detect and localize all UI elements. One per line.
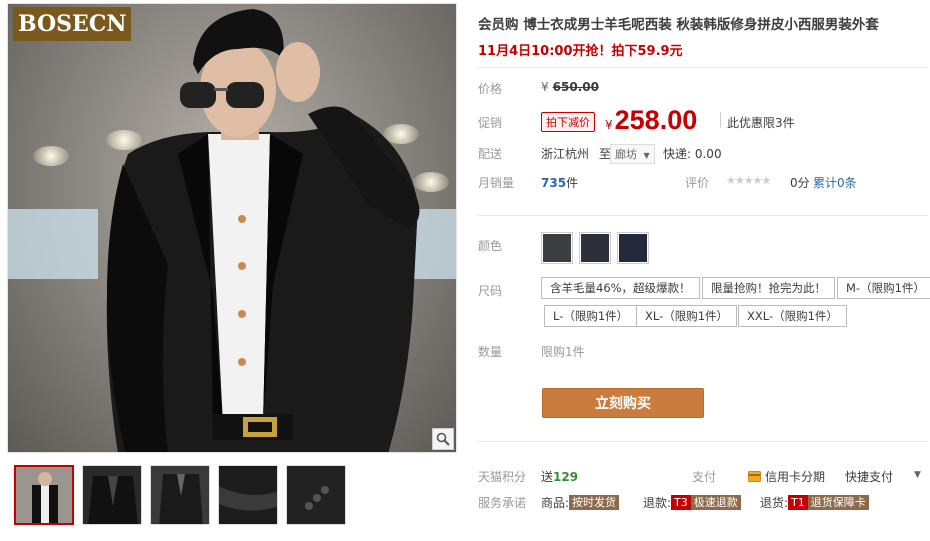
fast-refund-tag[interactable]: 极速退款 — [690, 495, 741, 510]
buy-now-button[interactable]: 立刻购买 — [542, 388, 704, 418]
swatch-fill — [581, 234, 609, 262]
currency-symbol: ¥ — [605, 118, 613, 132]
thumbnail-2[interactable] — [82, 465, 142, 525]
swatch-fill — [619, 234, 647, 262]
promo-label: 促销 — [478, 116, 503, 130]
size-option[interactable]: M-（限购1件） — [837, 277, 930, 299]
size-option[interactable]: 限量抢购！抢完为此！ — [702, 277, 835, 299]
service-return-label: 退货: — [760, 496, 789, 510]
service-goods: 商品: 按时发货 — [541, 494, 620, 511]
currency-symbol: ¥ — [541, 80, 549, 94]
divider — [720, 112, 721, 128]
shipping-label: 配送 — [478, 147, 503, 161]
original-price-value: 650.00 — [552, 80, 599, 94]
size-option[interactable]: 含羊毛量46%，超级爆款！ — [541, 277, 700, 299]
service-label: 服务承诺 — [478, 496, 527, 510]
size-option[interactable]: L-（限购1件） — [544, 305, 638, 327]
monthly-sales: 735件 — [541, 174, 578, 191]
credit-installment-label: 信用卡分期 — [765, 470, 826, 484]
price-label: 价格 — [478, 82, 503, 96]
thumbnail-3[interactable] — [150, 465, 210, 525]
ship-destination-value: 廊坊 — [615, 148, 637, 161]
zoom-button[interactable] — [432, 428, 454, 450]
sales-count-unit: 件 — [566, 176, 579, 190]
service-refund: 退款: T3 极速退款 — [643, 494, 741, 511]
color-label: 颜色 — [478, 239, 503, 253]
tmall-points: 送129 — [541, 468, 578, 485]
color-swatch-2[interactable] — [579, 232, 611, 264]
monthly-sales-label: 月销量 — [478, 176, 515, 190]
tmall-points-label: 天猫积分 — [478, 470, 527, 484]
rating-count-link[interactable]: 累计0条 — [813, 174, 857, 191]
ship-destination-select[interactable]: 廊坊 ▼ — [610, 144, 655, 164]
divider — [478, 67, 928, 68]
thumbnail-5[interactable] — [286, 465, 346, 525]
ship-from: 浙江杭州 至 — [541, 145, 611, 162]
thumbnail-1[interactable] — [14, 465, 74, 525]
service-return: 退货: T1 退货保障卡 — [760, 494, 869, 511]
product-subtitle: 11月4日10:00开抢！拍下59.9元 — [478, 44, 683, 59]
quick-pay[interactable]: 快捷支付 — [845, 468, 893, 485]
service-refund-label: 退款: — [643, 496, 672, 510]
divider — [478, 215, 928, 216]
model-illustration — [106, 9, 420, 452]
promo-badge: 拍下减价 — [541, 112, 595, 132]
original-price: ¥650.00 — [541, 80, 599, 94]
chevron-down-icon: ▼ — [643, 151, 650, 160]
rating-label: 评价 — [685, 176, 710, 190]
product-title: 会员购 博士衣成男士羊毛呢西装 秋装韩版修身拼皮小西服男装外套 — [478, 17, 879, 33]
color-swatches — [541, 232, 649, 264]
on-time-delivery-tag[interactable]: 按时发货 — [569, 495, 620, 510]
chevron-down-icon[interactable]: ▼ — [914, 470, 921, 480]
return-guarantee-tag[interactable]: 退货保障卡 — [807, 495, 869, 510]
refund-code-badge: T3 — [671, 495, 691, 510]
size-label: 尺码 — [478, 284, 503, 298]
service-goods-label: 商品: — [541, 496, 570, 510]
credit-card-icon — [748, 471, 761, 482]
size-option[interactable]: XL-（限购1件） — [636, 305, 738, 327]
quantity-limit: 限购1件 — [541, 345, 585, 359]
promo-limit-note: 此优惠限3件 — [727, 116, 795, 130]
color-swatch-3[interactable] — [617, 232, 649, 264]
promo-price: ¥258.00 — [605, 105, 697, 136]
swatch-fill — [543, 234, 571, 262]
promo-price-value: 258.00 — [614, 105, 698, 135]
rating-score: 0分 — [790, 176, 810, 190]
main-product-image[interactable]: BOSECN — [7, 3, 457, 453]
size-option[interactable]: XXL-（限购1件） — [738, 305, 847, 327]
thumbnail-4[interactable] — [218, 465, 278, 525]
rating-stars-icon: ★★★★★ — [726, 174, 771, 187]
brand-logo: BOSECN — [13, 7, 132, 41]
credit-installment[interactable]: 信用卡分期 — [748, 468, 825, 485]
shipping-fee: 快递: 0.00 — [663, 147, 722, 161]
thumbnail-strip — [14, 465, 346, 525]
ship-origin: 浙江杭州 — [541, 147, 590, 161]
color-swatch-1[interactable] — [541, 232, 573, 264]
payment-label: 支付 — [692, 470, 717, 484]
magnifier-icon — [436, 432, 450, 446]
divider — [478, 441, 928, 442]
quantity-label: 数量 — [478, 345, 503, 359]
points-value: 129 — [553, 470, 579, 484]
sales-count-value: 735 — [541, 176, 567, 190]
return-code-badge: T1 — [788, 495, 808, 510]
points-prefix: 送 — [541, 470, 554, 484]
